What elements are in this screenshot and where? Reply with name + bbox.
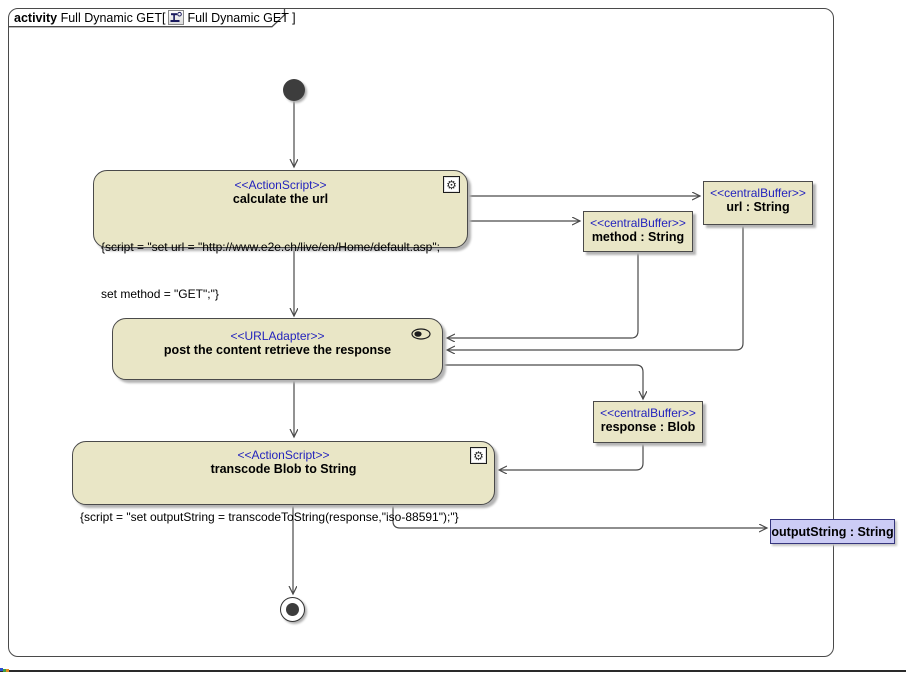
buffer-name: response : Blob (600, 420, 696, 434)
buffer-name: url : String (726, 200, 790, 214)
action-name: transcode Blob to String (210, 462, 357, 476)
final-node[interactable] (280, 597, 305, 622)
buffer-name: method : String (591, 230, 685, 244)
stereotype-label: <<centralBuffer>> (590, 216, 686, 230)
script-line: {script = "set url = "http://www.e2e.ch/… (101, 240, 440, 254)
activity-diagram-canvas: activity Full Dynamic GET[Full Dynamic G… (0, 0, 906, 673)
activity-parameter-output[interactable]: outputString : String (770, 519, 895, 544)
stereotype-label: <<centralBuffer>> (710, 186, 806, 200)
gear-icon: ⚙ (443, 176, 460, 193)
action-node-calculate-url[interactable]: <<ActionScript>> calculate the url {scri… (93, 170, 468, 301)
central-buffer-url[interactable]: <<centralBuffer>> url : String (703, 181, 813, 225)
window-bottom-edge (0, 670, 906, 672)
initial-node[interactable] (283, 79, 305, 101)
central-buffer-response[interactable]: <<centralBuffer>> response : Blob (593, 401, 703, 443)
connector-icon (411, 327, 432, 345)
script-line: {script = "set outputString = transcodeT… (80, 510, 459, 524)
action-name: post the content retrieve the response (163, 343, 392, 357)
script-line: set method = "GET";"} (101, 286, 219, 301)
pixel-artifact (6, 669, 9, 672)
stereotype-label: <<ActionScript>> (237, 448, 330, 462)
gear-glyph: ⚙ (446, 177, 457, 192)
param-name: outputString : String (771, 524, 894, 539)
edge-adapter-to-response-buffer (443, 364, 643, 399)
action-node-post-content[interactable]: <<URLAdapter>> post the content retrieve… (112, 318, 443, 380)
stereotype-label: <<ActionScript>> (234, 178, 327, 192)
gear-glyph: ⚙ (473, 448, 484, 463)
stereotype-label: <<URLAdapter>> (230, 329, 325, 343)
edge-response-buffer-to-transcode (499, 443, 644, 470)
edge-method-buffer-to-adapter (447, 252, 639, 338)
action-node-transcode[interactable]: <<ActionScript>> transcode Blob to Strin… (72, 441, 495, 524)
final-node-dot (286, 603, 299, 616)
action-name: calculate the url (232, 192, 329, 206)
central-buffer-method[interactable]: <<centralBuffer>> method : String (583, 211, 693, 252)
gear-icon: ⚙ (470, 447, 487, 464)
stereotype-label: <<centralBuffer>> (600, 406, 696, 420)
